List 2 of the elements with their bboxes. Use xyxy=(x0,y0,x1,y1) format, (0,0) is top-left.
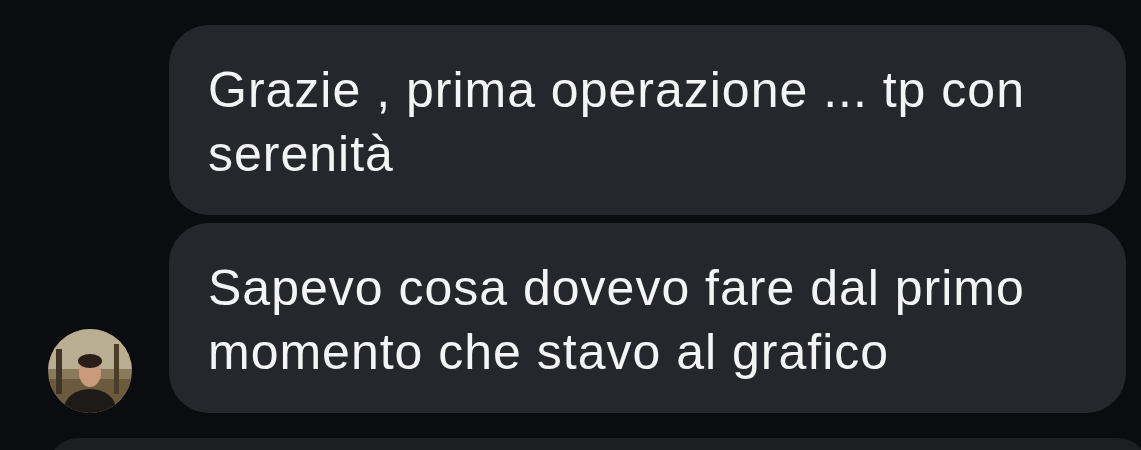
message-text: Grazie , prima operazione ... tp con serenità xyxy=(208,61,1026,184)
message-text: Sapevo cosa dovevo fare dal primo momento che stavo al grafico xyxy=(208,259,1026,382)
